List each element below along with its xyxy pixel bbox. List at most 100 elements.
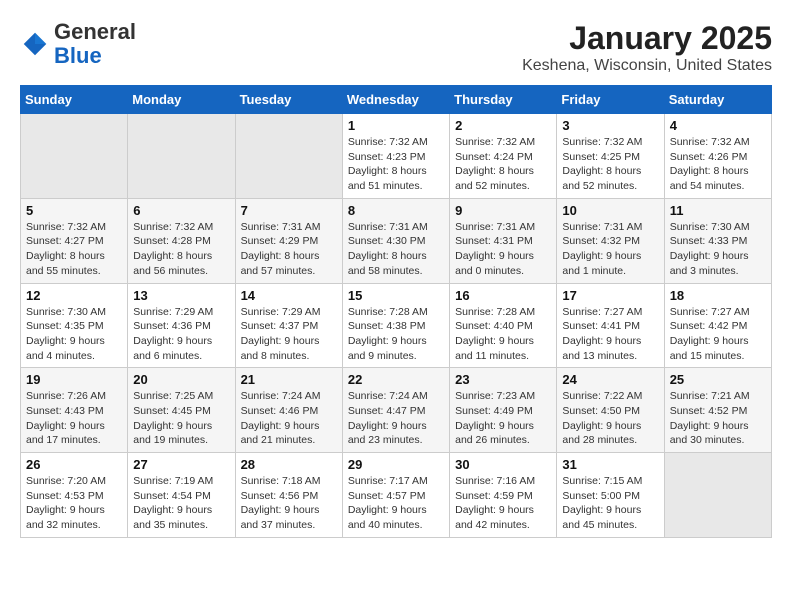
calendar-cell: 15 Sunrise: 7:28 AM Sunset: 4:38 PM Dayli… [342,283,449,368]
calendar-cell: 27Sunrise: 7:19 AM Sunset: 4:54 PM Dayli… [128,453,235,538]
calendar-cell: 19 Sunrise: 7:26 AM Sunset: 4:43 PM Dayli… [21,368,128,453]
day-info: Sunrise: 7:32 AM Sunset: 4:28 PM Dayligh… [133,220,229,279]
calendar-cell [128,114,235,199]
day-number: 23 [455,372,551,387]
day-info: Sunrise: 7:27 AM Sunset: 4:42 PM Dayligh… [670,305,766,364]
title-block: January 2025 Keshena, Wisconsin, United … [522,20,772,75]
day-info: Sunrise: 7:17 AM Sunset: 4:57 PM Dayligh… [348,474,444,533]
calendar-cell: 9 Sunrise: 7:31 AM Sunset: 4:31 PM Daylig… [450,198,557,283]
day-info: Sunrise: 7:32 AM Sunset: 4:25 PM Dayligh… [562,135,658,194]
day-info: Sunrise: 7:22 AM Sunset: 4:50 PM Dayligh… [562,389,658,448]
day-number: 9 [455,203,551,218]
location: Keshena, Wisconsin, United States [522,57,772,75]
calendar-cell: 6 Sunrise: 7:32 AM Sunset: 4:28 PM Daylig… [128,198,235,283]
calendar-cell: 16Sunrise: 7:28 AM Sunset: 4:40 PM Dayli… [450,283,557,368]
day-info: Sunrise: 7:25 AM Sunset: 4:45 PM Dayligh… [133,389,229,448]
calendar-cell: 28 Sunrise: 7:18 AM Sunset: 4:56 PM Dayli… [235,453,342,538]
day-number: 28 [241,457,337,472]
logo: General Blue [20,20,136,68]
calendar-week-row: 19 Sunrise: 7:26 AM Sunset: 4:43 PM Dayli… [21,368,772,453]
day-info: Sunrise: 7:32 AM Sunset: 4:27 PM Dayligh… [26,220,122,279]
day-info: Sunrise: 7:29 AM Sunset: 4:37 PM Dayligh… [241,305,337,364]
calendar-cell: 17 Sunrise: 7:27 AM Sunset: 4:41 PM Dayli… [557,283,664,368]
calendar-cell: 4Sunrise: 7:32 AM Sunset: 4:26 PM Daylig… [664,114,771,199]
day-number: 10 [562,203,658,218]
day-info: Sunrise: 7:32 AM Sunset: 4:26 PM Dayligh… [670,135,766,194]
day-info: Sunrise: 7:23 AM Sunset: 4:49 PM Dayligh… [455,389,551,448]
day-number: 17 [562,288,658,303]
day-info: Sunrise: 7:15 AM Sunset: 5:00 PM Dayligh… [562,474,658,533]
day-number: 15 [348,288,444,303]
day-info: Sunrise: 7:31 AM Sunset: 4:30 PM Dayligh… [348,220,444,279]
weekday-header: Monday [128,86,235,114]
logo-blue-text: Blue [54,43,102,68]
month-title: January 2025 [522,20,772,57]
calendar-header-row: SundayMondayTuesdayWednesdayThursdayFrid… [21,86,772,114]
day-info: Sunrise: 7:18 AM Sunset: 4:56 PM Dayligh… [241,474,337,533]
day-number: 30 [455,457,551,472]
calendar-cell: 23 Sunrise: 7:23 AM Sunset: 4:49 PM Dayli… [450,368,557,453]
day-info: Sunrise: 7:31 AM Sunset: 4:32 PM Dayligh… [562,220,658,279]
day-info: Sunrise: 7:20 AM Sunset: 4:53 PM Dayligh… [26,474,122,533]
calendar-week-row: 1 Sunrise: 7:32 AM Sunset: 4:23 PM Daylig… [21,114,772,199]
day-info: Sunrise: 7:24 AM Sunset: 4:46 PM Dayligh… [241,389,337,448]
day-info: Sunrise: 7:31 AM Sunset: 4:29 PM Dayligh… [241,220,337,279]
calendar-cell: 20 Sunrise: 7:25 AM Sunset: 4:45 PM Dayli… [128,368,235,453]
day-info: Sunrise: 7:21 AM Sunset: 4:52 PM Dayligh… [670,389,766,448]
calendar-cell: 12 Sunrise: 7:30 AM Sunset: 4:35 PM Dayli… [21,283,128,368]
day-number: 6 [133,203,229,218]
calendar-cell: 14 Sunrise: 7:29 AM Sunset: 4:37 PM Dayli… [235,283,342,368]
day-number: 3 [562,118,658,133]
day-info: Sunrise: 7:27 AM Sunset: 4:41 PM Dayligh… [562,305,658,364]
day-info: Sunrise: 7:31 AM Sunset: 4:31 PM Dayligh… [455,220,551,279]
calendar-cell [21,114,128,199]
day-number: 29 [348,457,444,472]
day-info: Sunrise: 7:32 AM Sunset: 4:23 PM Dayligh… [348,135,444,194]
calendar-cell: 31 Sunrise: 7:15 AM Sunset: 5:00 PM Dayli… [557,453,664,538]
calendar-cell: 10 Sunrise: 7:31 AM Sunset: 4:32 PM Dayli… [557,198,664,283]
day-number: 20 [133,372,229,387]
day-number: 16 [455,288,551,303]
day-number: 14 [241,288,337,303]
calendar-cell: 21Sunrise: 7:24 AM Sunset: 4:46 PM Dayli… [235,368,342,453]
calendar-cell: 29 Sunrise: 7:17 AM Sunset: 4:57 PM Dayli… [342,453,449,538]
day-number: 7 [241,203,337,218]
day-number: 5 [26,203,122,218]
day-number: 25 [670,372,766,387]
day-number: 8 [348,203,444,218]
day-info: Sunrise: 7:24 AM Sunset: 4:47 PM Dayligh… [348,389,444,448]
day-number: 1 [348,118,444,133]
calendar-week-row: 12 Sunrise: 7:30 AM Sunset: 4:35 PM Dayli… [21,283,772,368]
day-number: 2 [455,118,551,133]
day-number: 19 [26,372,122,387]
weekday-header: Thursday [450,86,557,114]
day-number: 18 [670,288,766,303]
day-info: Sunrise: 7:29 AM Sunset: 4:36 PM Dayligh… [133,305,229,364]
day-number: 22 [348,372,444,387]
day-info: Sunrise: 7:32 AM Sunset: 4:24 PM Dayligh… [455,135,551,194]
day-number: 26 [26,457,122,472]
calendar-week-row: 26 Sunrise: 7:20 AM Sunset: 4:53 PM Dayli… [21,453,772,538]
day-number: 31 [562,457,658,472]
day-info: Sunrise: 7:16 AM Sunset: 4:59 PM Dayligh… [455,474,551,533]
calendar-cell: 22 Sunrise: 7:24 AM Sunset: 4:47 PM Dayli… [342,368,449,453]
weekday-header: Sunday [21,86,128,114]
logo-general-text: General [54,19,136,44]
weekday-header: Wednesday [342,86,449,114]
calendar-cell: 3 Sunrise: 7:32 AM Sunset: 4:25 PM Daylig… [557,114,664,199]
weekday-header: Friday [557,86,664,114]
day-number: 24 [562,372,658,387]
calendar-cell [235,114,342,199]
calendar-cell: 5 Sunrise: 7:32 AM Sunset: 4:27 PM Daylig… [21,198,128,283]
calendar-cell: 18 Sunrise: 7:27 AM Sunset: 4:42 PM Dayli… [664,283,771,368]
calendar-cell: 8 Sunrise: 7:31 AM Sunset: 4:30 PM Daylig… [342,198,449,283]
weekday-header: Tuesday [235,86,342,114]
weekday-header: Saturday [664,86,771,114]
day-info: Sunrise: 7:30 AM Sunset: 4:33 PM Dayligh… [670,220,766,279]
day-info: Sunrise: 7:28 AM Sunset: 4:38 PM Dayligh… [348,305,444,364]
calendar-week-row: 5 Sunrise: 7:32 AM Sunset: 4:27 PM Daylig… [21,198,772,283]
day-info: Sunrise: 7:26 AM Sunset: 4:43 PM Dayligh… [26,389,122,448]
day-number: 12 [26,288,122,303]
calendar-cell [664,453,771,538]
day-info: Sunrise: 7:30 AM Sunset: 4:35 PM Dayligh… [26,305,122,364]
